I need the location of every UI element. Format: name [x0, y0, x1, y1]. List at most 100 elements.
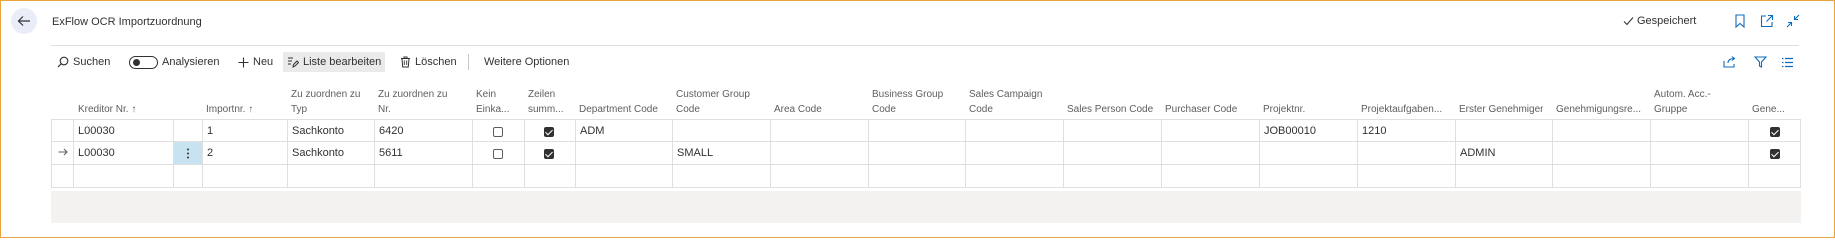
cell-genehmiger[interactable] [1456, 165, 1553, 188]
cell-kreditor[interactable]: L00030 [74, 119, 174, 142]
checkbox[interactable] [493, 127, 503, 137]
col-header-campaign-line2[interactable]: Code [969, 104, 993, 116]
list-view-button[interactable] [1781, 52, 1794, 72]
checkbox-checked[interactable] [544, 149, 554, 159]
search-button[interactable]: Suchen [57, 52, 110, 72]
cell-typ[interactable] [288, 165, 375, 188]
cell-projekt[interactable] [1260, 165, 1358, 188]
cell-importnr[interactable]: 2 [203, 142, 288, 165]
col-header-purchaser[interactable]: Purchaser Code [1165, 104, 1237, 116]
bookmark-button[interactable] [1732, 13, 1748, 29]
cell-projektaufgabe[interactable] [1358, 165, 1456, 188]
col-header-genehmiger[interactable]: Erster Genehmiger [1459, 104, 1543, 116]
cell-purchaser[interactable] [1162, 119, 1260, 142]
col-header-nr-line2[interactable]: Nr. [378, 104, 391, 116]
cell-business-group[interactable] [869, 165, 966, 188]
row-menu-button[interactable] [174, 142, 203, 165]
col-header-kreditor[interactable]: Kreditor Nr. ↑ [78, 104, 136, 116]
col-header-salesperson[interactable]: Sales Person Code [1067, 104, 1153, 116]
filter-button[interactable] [1754, 52, 1767, 72]
table-row[interactable]: L00030 1 Sachkonto 6420 ADM JOB00010 121… [51, 119, 1801, 142]
analyze-toggle[interactable]: Analysieren [129, 52, 219, 72]
cell-importnr[interactable]: 1 [203, 119, 288, 142]
cell-customer-group[interactable] [673, 119, 771, 142]
more-options-button[interactable]: Weitere Optionen [484, 52, 569, 72]
col-header-campaign-line1[interactable]: Sales Campaign [969, 89, 1042, 101]
cell-genehmiger[interactable]: ADMIN [1456, 142, 1553, 165]
cell-purchaser[interactable] [1162, 165, 1260, 188]
back-button[interactable] [11, 8, 37, 34]
cell-projekt[interactable] [1260, 142, 1358, 165]
col-header-business-line1[interactable]: Business Group [872, 89, 943, 101]
cell-area[interactable] [771, 142, 869, 165]
cell-nr[interactable]: 5611 [375, 142, 473, 165]
cell-sales-person[interactable] [1064, 119, 1162, 142]
cell-kein-einkauf[interactable] [473, 119, 525, 142]
col-header-autom-line2[interactable]: Gruppe [1654, 104, 1687, 116]
cell-department[interactable] [576, 165, 673, 188]
cell-gene[interactable] [1749, 142, 1801, 165]
row-indicator[interactable] [51, 119, 74, 142]
toggle-switch[interactable] [129, 55, 158, 69]
cell-genehmigungsre[interactable] [1553, 165, 1651, 188]
cell-zeilen-summe[interactable] [525, 142, 576, 165]
share-button[interactable] [1723, 52, 1737, 72]
cell-gene[interactable] [1749, 165, 1801, 188]
col-header-zeilen-line1[interactable]: Zeilen [528, 89, 555, 101]
col-header-business-line2[interactable]: Code [872, 104, 896, 116]
cell-row-menu[interactable] [174, 119, 203, 142]
checkbox-checked[interactable] [1770, 127, 1780, 137]
cell-projekt[interactable]: JOB00010 [1260, 119, 1358, 142]
cell-autom[interactable] [1651, 165, 1749, 188]
cell-department[interactable]: ADM [576, 119, 673, 142]
cell-business-group[interactable] [869, 119, 966, 142]
cell-sales-person[interactable] [1064, 142, 1162, 165]
col-header-zeilen-line2[interactable]: summ... [528, 104, 564, 116]
cell-projektaufgabe[interactable] [1358, 142, 1456, 165]
cell-nr[interactable] [375, 165, 473, 188]
cell-area[interactable] [771, 165, 869, 188]
cell-kein-einkauf[interactable] [473, 165, 525, 188]
cell-genehmiger[interactable] [1456, 119, 1553, 142]
col-header-department[interactable]: Department Code [579, 104, 658, 116]
cell-nr[interactable]: 6420 [375, 119, 473, 142]
col-header-genehmigungsre[interactable]: Genehmigungsre... [1556, 104, 1641, 116]
table-row-empty[interactable] [51, 165, 1801, 188]
cell-genehmigungsre[interactable] [1553, 142, 1651, 165]
col-header-autom-line1[interactable]: Autom. Acc.- [1654, 89, 1711, 101]
cell-purchaser[interactable] [1162, 142, 1260, 165]
row-indicator[interactable] [51, 165, 74, 188]
edit-list-button[interactable]: Liste bearbeiten [283, 52, 386, 72]
cell-department[interactable] [576, 142, 673, 165]
col-header-gene[interactable]: Gene... [1752, 104, 1785, 116]
col-header-typ-line1[interactable]: Zu zuordnen zu [291, 89, 361, 101]
cell-customer-group[interactable] [673, 165, 771, 188]
cell-autom[interactable] [1651, 142, 1749, 165]
cell-typ[interactable]: Sachkonto [288, 119, 375, 142]
col-header-projektaufgabe[interactable]: Projektaufgaben... [1361, 104, 1442, 116]
cell-customer-group[interactable]: SMALL [673, 142, 771, 165]
cell-business-group[interactable] [869, 142, 966, 165]
checkbox[interactable] [493, 149, 503, 159]
col-header-typ-line2[interactable]: Typ [291, 104, 307, 116]
col-header-kein-line1[interactable]: Kein [476, 89, 496, 101]
col-header-area[interactable]: Area Code [774, 104, 822, 116]
col-header-nr-line1[interactable]: Zu zuordnen zu [378, 89, 448, 101]
col-header-kein-line2[interactable]: Einka... [476, 104, 509, 116]
cell-sales-person[interactable] [1064, 165, 1162, 188]
row-indicator[interactable] [51, 142, 74, 165]
cell-area[interactable] [771, 119, 869, 142]
cell-kreditor[interactable]: L00030 [74, 142, 174, 165]
cell-zeilen-summe[interactable] [525, 165, 576, 188]
cell-row-menu[interactable] [174, 165, 203, 188]
table-row-selected[interactable]: L00030 2 Sachkonto 5611 SMALL ADMIN [51, 142, 1801, 165]
col-header-customer-line1[interactable]: Customer Group [676, 89, 750, 101]
cell-zeilen-summe[interactable] [525, 119, 576, 142]
cell-kreditor[interactable] [74, 165, 174, 188]
cell-importnr[interactable] [203, 165, 288, 188]
collapse-button[interactable] [1785, 13, 1801, 29]
delete-button[interactable]: Löschen [400, 52, 457, 72]
cell-sales-campaign[interactable] [966, 165, 1064, 188]
col-header-customer-line2[interactable]: Code [676, 104, 700, 116]
checkbox-checked[interactable] [1770, 149, 1780, 159]
